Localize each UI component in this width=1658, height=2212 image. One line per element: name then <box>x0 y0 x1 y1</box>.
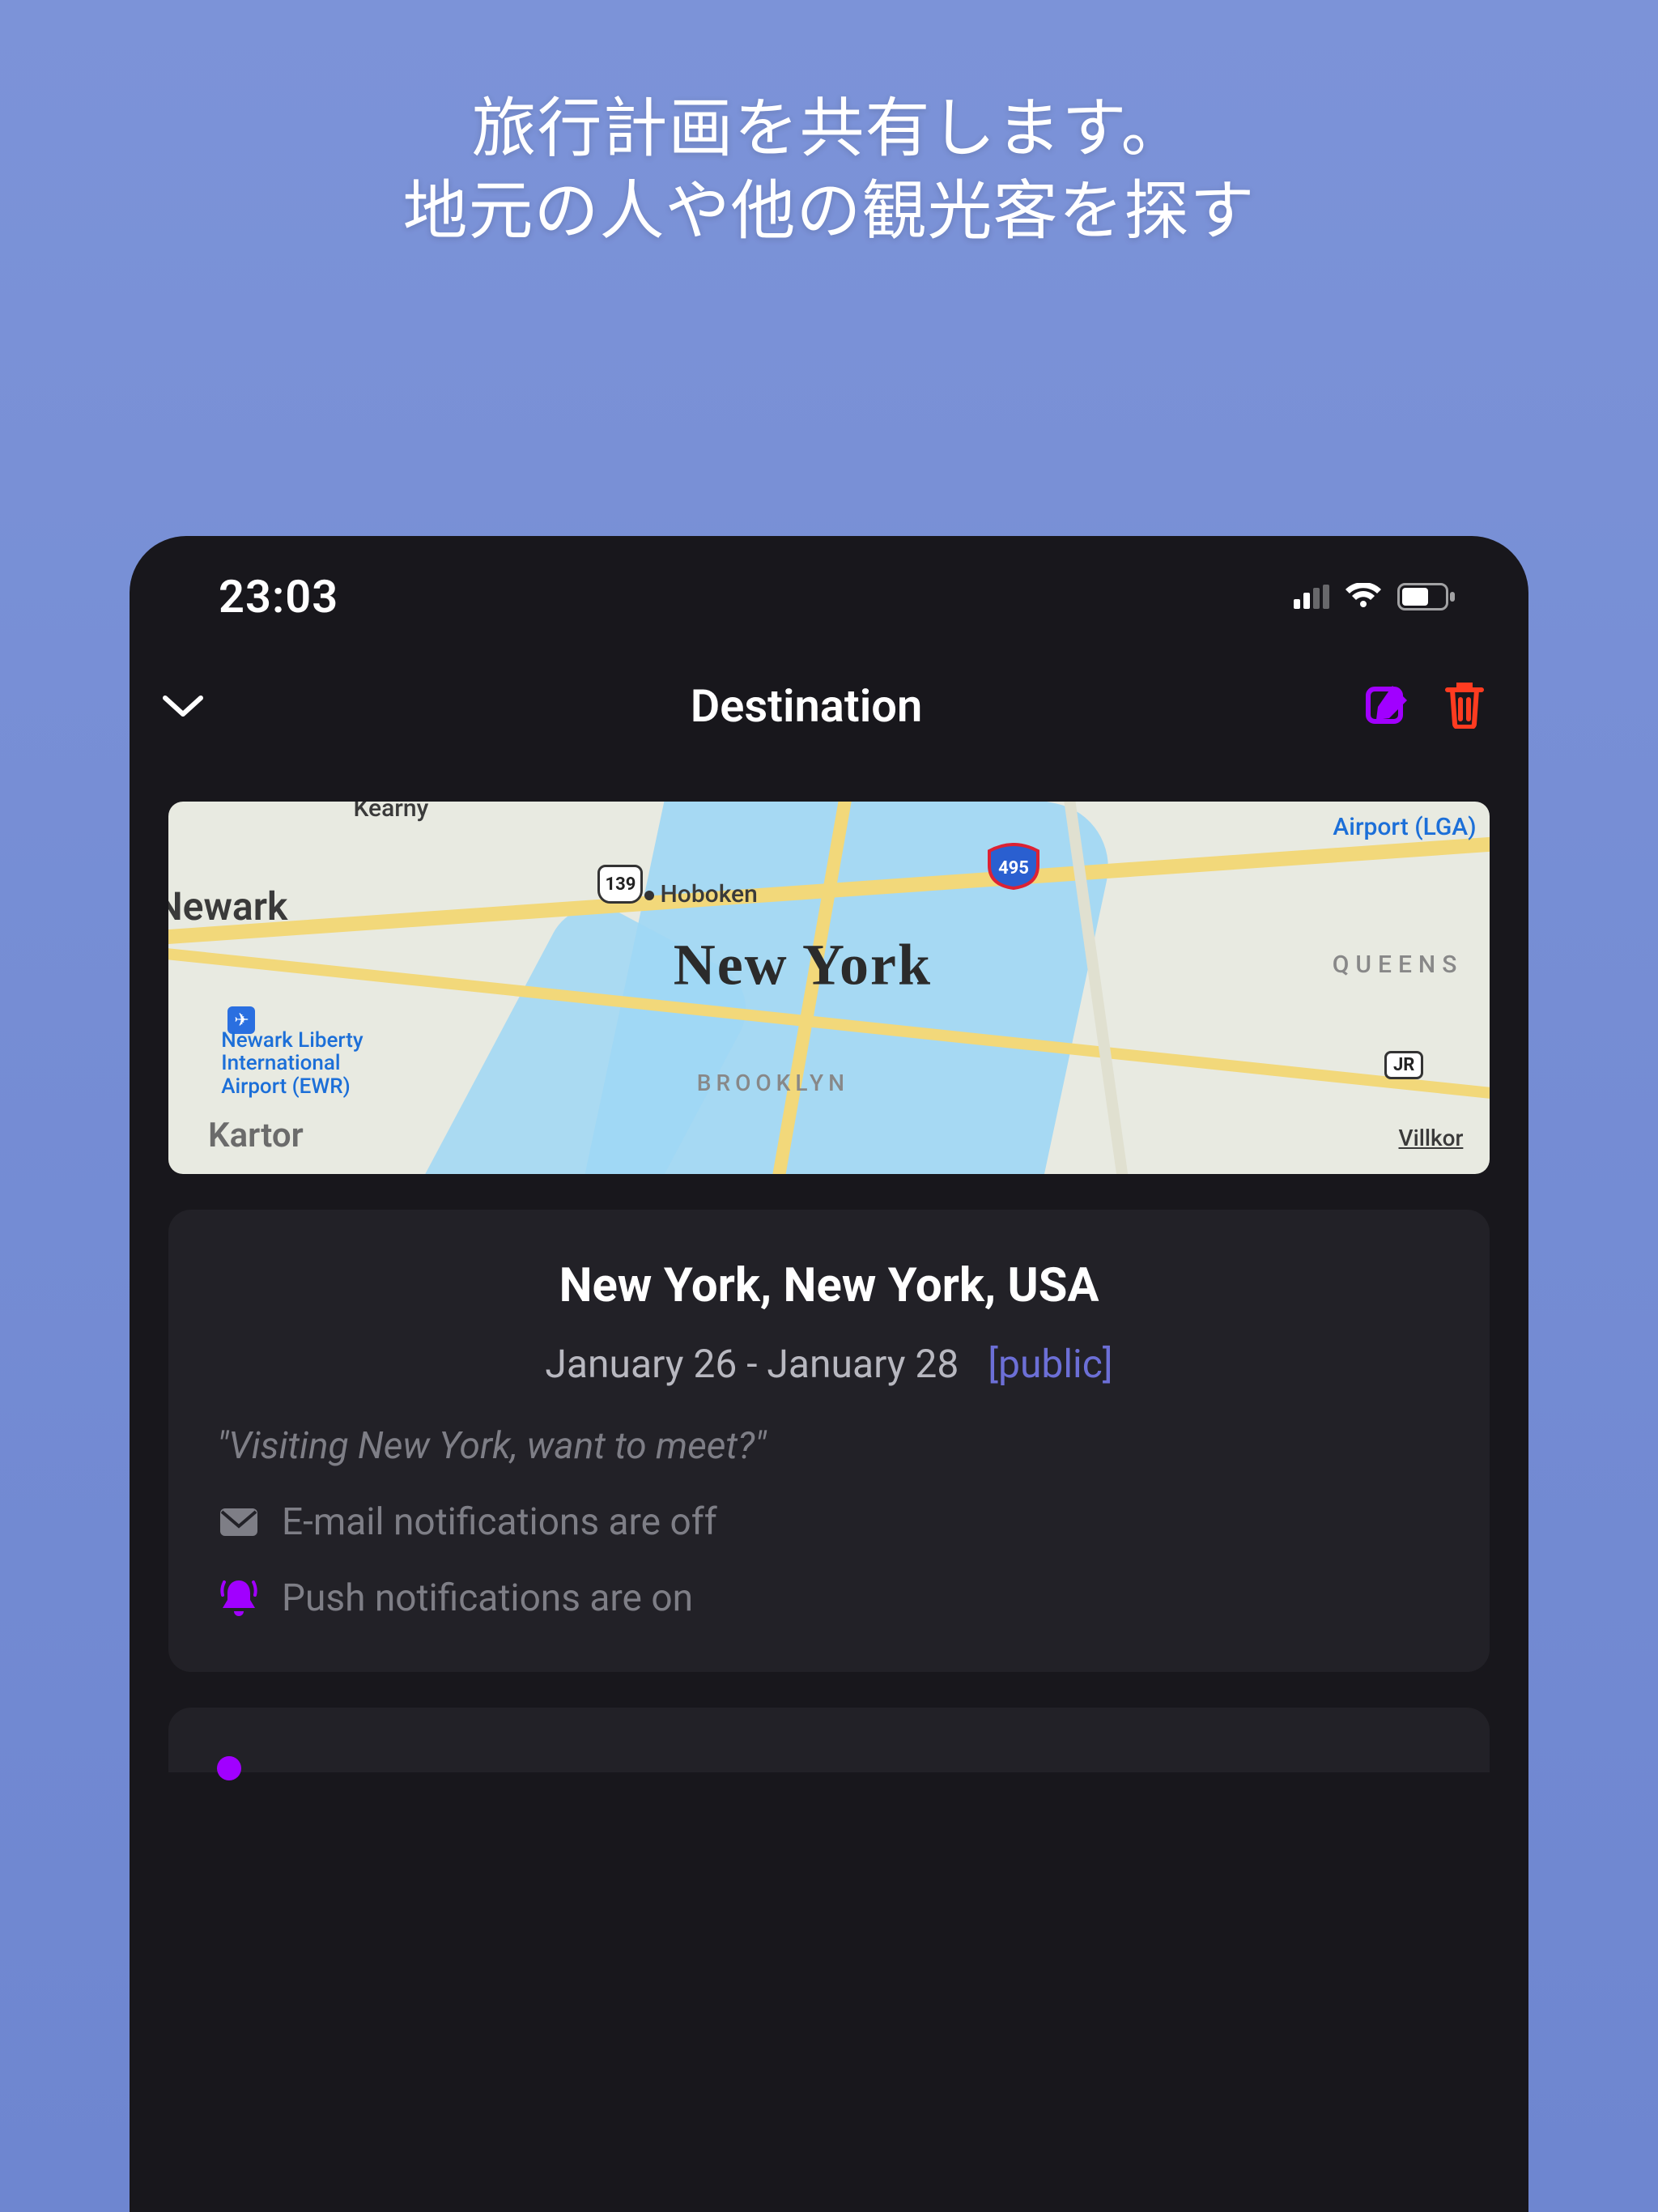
svg-text:495: 495 <box>998 858 1029 878</box>
next-card[interactable] <box>168 1708 1490 1772</box>
email-notifications-row[interactable]: E-mail notifications are off <box>217 1500 1441 1544</box>
destination-subline: January 26 - January 28 [public] <box>217 1341 1441 1387</box>
map-label-brooklyn: BROOKLYN <box>697 1070 849 1096</box>
map-city-label: New York <box>674 932 932 999</box>
email-notifications-label: E-mail notifications are off <box>282 1500 717 1544</box>
visibility-badge[interactable]: [public] <box>988 1341 1112 1387</box>
promo-line-2: 地元の人や他の観光客を探す <box>0 170 1658 253</box>
phone-frame: 23:03 Destination <box>130 536 1528 2212</box>
destination-message: "Visiting New York, want to meet?" <box>217 1424 1441 1468</box>
edit-button[interactable] <box>1365 681 1412 731</box>
status-time: 23:03 <box>219 570 338 623</box>
route-shield-139: 139 <box>597 865 643 904</box>
cellular-icon <box>1294 585 1329 609</box>
status-bar: 23:03 <box>130 536 1528 657</box>
destination-location: New York, New York, USA <box>217 1258 1441 1313</box>
map-label-lga: Airport (LGA) <box>1333 813 1476 841</box>
indicator-dot-icon <box>217 1756 241 1780</box>
map-label-newark: Newark <box>168 883 287 929</box>
map-label-jr: JR <box>1384 1051 1423 1079</box>
mail-icon <box>217 1507 261 1538</box>
map-view[interactable]: Kearny Newark Hoboken Airport (LGA) 139 … <box>168 802 1490 1174</box>
route-shield-495: 495 <box>988 843 1039 890</box>
promo-headline: 旅行計画を共有します。 地元の人や他の観光客を探す <box>0 0 1658 253</box>
bell-icon <box>217 1577 261 1619</box>
map-label-kearny: Kearny <box>353 802 428 823</box>
nav-bar: Destination <box>130 657 1528 755</box>
status-indicators <box>1294 583 1456 610</box>
wifi-icon <box>1344 583 1383 610</box>
map-link-villkor[interactable]: Villkor <box>1399 1125 1464 1151</box>
push-notifications-row[interactable]: Push notifications are on <box>217 1576 1441 1620</box>
map-label-ewr: Newark Liberty International Airport (EW… <box>221 1029 363 1099</box>
delete-button[interactable] <box>1443 680 1486 732</box>
destination-card: New York, New York, USA January 26 - Jan… <box>168 1210 1490 1672</box>
battery-icon <box>1397 583 1456 610</box>
map-label-hoboken: Hoboken <box>644 880 758 908</box>
map-label-queens: QUEENS <box>1333 951 1464 979</box>
back-button[interactable] <box>159 690 248 722</box>
destination-dates: January 26 - January 28 <box>545 1341 959 1387</box>
map-attribution: Kartor <box>208 1116 304 1155</box>
page-title: Destination <box>691 679 922 733</box>
promo-line-1: 旅行計画を共有します。 <box>0 87 1658 170</box>
push-notifications-label: Push notifications are on <box>282 1576 693 1620</box>
